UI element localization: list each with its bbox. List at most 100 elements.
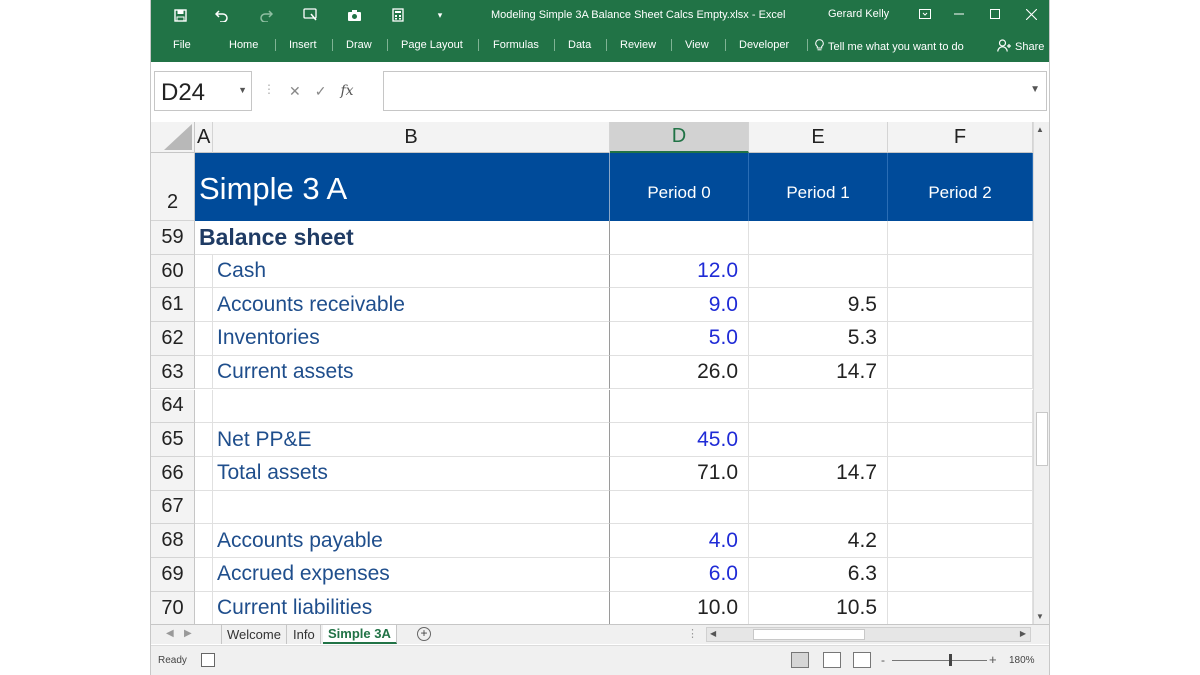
- zoom-out-icon[interactable]: -: [881, 653, 885, 667]
- horizontal-scrollbar[interactable]: ◀ ▶: [706, 627, 1031, 642]
- cell-f[interactable]: [888, 456, 1033, 491]
- cell-d[interactable]: 5.0: [610, 322, 749, 356]
- row-header[interactable]: 66: [151, 456, 195, 491]
- save-icon[interactable]: [169, 5, 191, 25]
- row-header[interactable]: 67: [151, 490, 195, 525]
- sheet-tab-welcome[interactable]: Welcome: [221, 625, 287, 644]
- cell-e[interactable]: 4.2: [749, 524, 888, 558]
- row-header[interactable]: 68: [151, 524, 195, 558]
- cell-d[interactable]: 71.0: [610, 456, 749, 491]
- cell-e[interactable]: 9.5: [749, 288, 888, 323]
- tab-home[interactable]: Home: [229, 39, 258, 51]
- period-0-header[interactable]: Period 0: [610, 153, 749, 221]
- tab-developer[interactable]: Developer: [739, 39, 789, 51]
- horizontal-scroll-thumb[interactable]: [753, 629, 865, 640]
- cell-d[interactable]: 45.0: [610, 423, 749, 457]
- cell-a[interactable]: [195, 322, 213, 356]
- zoom-slider-knob[interactable]: [949, 654, 952, 666]
- row-header[interactable]: 69: [151, 558, 195, 592]
- cell-b[interactable]: Cash: [213, 254, 610, 289]
- drag-handle-icon[interactable]: ⋮: [263, 82, 275, 96]
- sheet-next-icon[interactable]: ▶: [184, 628, 192, 639]
- scroll-right-icon[interactable]: ▶: [1020, 629, 1026, 638]
- cell-f[interactable]: [888, 558, 1033, 592]
- cell-e[interactable]: [749, 254, 888, 289]
- formula-input[interactable]: ▼: [383, 71, 1047, 111]
- zoom-slider[interactable]: [892, 660, 987, 661]
- row-header[interactable]: 60: [151, 254, 195, 289]
- scroll-down-icon[interactable]: ▼: [1036, 612, 1044, 621]
- tab-data[interactable]: Data: [568, 39, 591, 51]
- column-header-d[interactable]: D: [610, 122, 749, 153]
- minimize-icon[interactable]: [947, 4, 971, 24]
- row-header[interactable]: 62: [151, 322, 195, 356]
- cell-b[interactable]: Inventories: [213, 322, 610, 356]
- cell-d[interactable]: 12.0: [610, 254, 749, 289]
- cell-e[interactable]: 5.3: [749, 322, 888, 356]
- user-name[interactable]: Gerard Kelly: [828, 8, 889, 20]
- cancel-icon[interactable]: ✕: [289, 83, 301, 100]
- cell-f[interactable]: [888, 423, 1033, 457]
- close-icon[interactable]: [1019, 4, 1043, 24]
- cell-a[interactable]: [195, 288, 213, 323]
- name-box[interactable]: D24 ▼: [154, 71, 252, 111]
- cell-b[interactable]: Accounts payable: [213, 524, 610, 558]
- column-header-a[interactable]: A: [195, 122, 213, 153]
- camera-icon[interactable]: [343, 5, 365, 25]
- row-header[interactable]: 63: [151, 355, 195, 390]
- cell-a[interactable]: [195, 456, 213, 491]
- cell-e[interactable]: 10.5: [749, 591, 888, 624]
- cell-f[interactable]: [888, 524, 1033, 558]
- cell-b[interactable]: [213, 221, 610, 255]
- select-all-button[interactable]: [151, 122, 195, 153]
- cell-f[interactable]: [888, 355, 1033, 390]
- cell-f[interactable]: [888, 322, 1033, 356]
- vertical-scrollbar[interactable]: ▲ ▼: [1033, 122, 1049, 624]
- tab-page-layout[interactable]: Page Layout: [401, 39, 463, 51]
- page-break-view-icon[interactable]: [853, 652, 871, 668]
- cell-e[interactable]: 6.3: [749, 558, 888, 592]
- tab-review[interactable]: Review: [620, 39, 656, 51]
- undo-icon[interactable]: [211, 5, 233, 25]
- maximize-icon[interactable]: [983, 4, 1007, 24]
- touch-mode-icon[interactable]: [299, 5, 321, 25]
- cell-a[interactable]: Balance sheet: [195, 221, 354, 255]
- cell-b[interactable]: Accounts receivable: [213, 288, 610, 323]
- period-2-header[interactable]: Period 2: [888, 153, 1033, 221]
- tab-insert[interactable]: Insert: [289, 39, 317, 51]
- column-header-f[interactable]: F: [888, 122, 1033, 153]
- tab-draw[interactable]: Draw: [346, 39, 372, 51]
- cell-b[interactable]: Current liabilities: [213, 591, 610, 624]
- cell-b[interactable]: Accrued expenses: [213, 558, 610, 592]
- cell-e[interactable]: [749, 389, 888, 424]
- cell-d[interactable]: 10.0: [610, 591, 749, 624]
- cell-b[interactable]: [213, 389, 610, 424]
- cell-a[interactable]: [195, 524, 213, 558]
- cell-f[interactable]: [888, 288, 1033, 323]
- cell-e[interactable]: 14.7: [749, 355, 888, 390]
- scroll-left-icon[interactable]: ◀: [710, 629, 716, 638]
- scroll-up-icon[interactable]: ▲: [1036, 125, 1044, 134]
- row-header[interactable]: 2: [151, 153, 195, 221]
- cell-f[interactable]: [888, 591, 1033, 624]
- cell-a[interactable]: [195, 389, 213, 424]
- column-header-e[interactable]: E: [749, 122, 888, 153]
- cell-f[interactable]: [888, 490, 1033, 525]
- period-1-header[interactable]: Period 1: [749, 153, 888, 221]
- sheet-tab-info[interactable]: Info: [288, 625, 321, 644]
- cell-f[interactable]: [888, 389, 1033, 424]
- page-layout-view-icon[interactable]: [823, 652, 841, 668]
- tab-view[interactable]: View: [685, 39, 709, 51]
- cell-d[interactable]: 26.0: [610, 355, 749, 390]
- cell-e[interactable]: 14.7: [749, 456, 888, 491]
- sheet-prev-icon[interactable]: ◀: [166, 628, 174, 639]
- scroll-thumb[interactable]: [1036, 412, 1048, 466]
- cell-a[interactable]: [195, 423, 213, 457]
- cell-a[interactable]: [195, 591, 213, 624]
- cell-d[interactable]: [610, 490, 749, 525]
- cell-d[interactable]: 6.0: [610, 558, 749, 592]
- insert-function-icon[interactable]: fx: [340, 83, 353, 99]
- cell-b[interactable]: Total assets: [213, 456, 610, 491]
- row-header[interactable]: 59: [151, 221, 195, 255]
- row-header[interactable]: 65: [151, 423, 195, 457]
